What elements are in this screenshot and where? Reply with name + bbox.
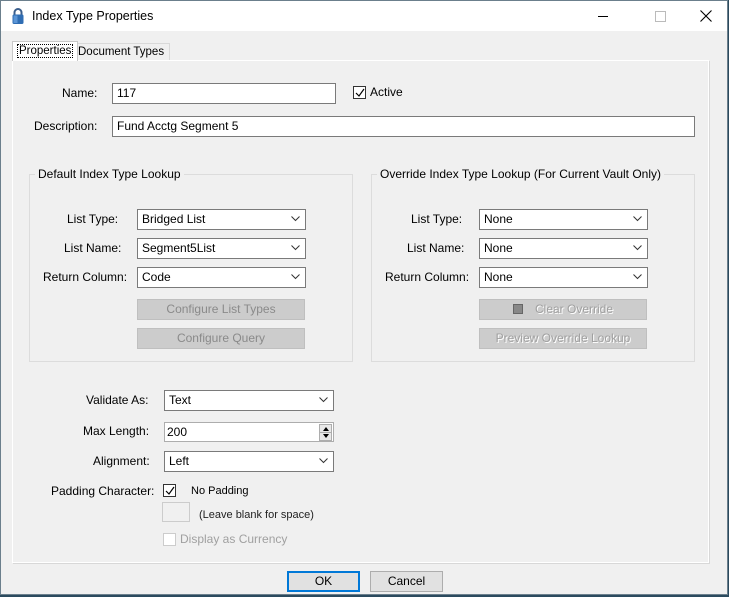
validate-as-select[interactable]: Text [164, 390, 334, 411]
button-label: Clear Override [534, 302, 614, 316]
alignment-label: Alignment: [93, 454, 150, 468]
active-label: Active [370, 85, 403, 99]
description-input[interactable]: Fund Acctg Segment 5 [112, 116, 695, 137]
override-lookup-title: Override Index Type Lookup (For Current … [377, 167, 665, 181]
select-value: None [484, 241, 513, 255]
default-list-name-select[interactable]: Segment5List [137, 238, 306, 259]
clear-override-button[interactable]: Clear Override [479, 299, 647, 320]
padding-character-label: Padding Character: [51, 484, 155, 498]
override-list-type-select[interactable]: None [479, 209, 648, 230]
no-padding-label: No Padding [191, 485, 249, 497]
padding-hint: (Leave blank for space) [199, 509, 314, 521]
chevron-down-icon [319, 458, 328, 464]
checkmark-icon [165, 486, 175, 495]
override-return-column-select[interactable]: None [479, 267, 648, 288]
spin-arrows-icon[interactable] [319, 424, 332, 441]
ok-button[interactable]: OK [287, 571, 360, 592]
select-value: Bridged List [142, 212, 206, 226]
override-lookup-group: Override Index Type Lookup (For Current … [371, 167, 695, 362]
default-lookup-group: Default Index Type Lookup List Type: Bri… [29, 167, 353, 362]
description-label: Description: [34, 119, 98, 133]
no-padding-checkbox[interactable] [163, 484, 176, 497]
list-name-label: List Name: [64, 241, 122, 255]
maximize-button[interactable] [637, 1, 683, 31]
clear-icon [512, 304, 523, 314]
select-value: Text [169, 393, 192, 407]
max-length-spinner[interactable]: 200 [164, 422, 334, 442]
preview-override-lookup-button[interactable]: Preview Override Lookup [479, 328, 647, 349]
display-as-currency-label: Display as Currency [180, 532, 288, 546]
tab-label: Document Types [78, 46, 165, 58]
select-value: Segment5List [142, 241, 216, 255]
chevron-down-icon [633, 245, 642, 251]
select-value: None [484, 212, 513, 226]
spinner-value: 200 [167, 425, 188, 439]
active-checkbox[interactable] [353, 86, 366, 99]
list-type-label: List Type: [411, 212, 463, 226]
select-value: Left [169, 454, 190, 468]
name-label: Name: [62, 86, 98, 100]
default-lookup-title: Default Index Type Lookup [35, 167, 184, 181]
title-bar[interactable]: Index Type Properties [1, 1, 727, 31]
chevron-down-icon [291, 216, 300, 222]
close-icon [700, 10, 712, 22]
minimize-button[interactable] [581, 1, 627, 31]
max-length-label: Max Length: [83, 424, 150, 438]
default-return-column-select[interactable]: Code [137, 267, 306, 288]
default-list-type-select[interactable]: Bridged List [137, 209, 306, 230]
return-column-label: Return Column: [43, 270, 128, 284]
chevron-down-icon [633, 216, 642, 222]
tab-properties[interactable]: Properties [12, 41, 79, 61]
tab-label: Properties [16, 44, 74, 58]
select-value: None [484, 270, 513, 284]
return-column-label: Return Column: [385, 270, 470, 284]
checkmark-icon [355, 88, 365, 97]
configure-list-types-button[interactable]: Configure List Types [137, 299, 305, 320]
padlock-icon [12, 8, 24, 24]
override-list-name-select[interactable]: None [479, 238, 648, 259]
list-name-label: List Name: [407, 241, 465, 255]
chevron-down-icon [291, 274, 300, 280]
select-value: Code [142, 270, 171, 284]
close-button[interactable] [683, 1, 729, 31]
display-as-currency-checkbox[interactable] [163, 533, 176, 546]
dialog-window: Index Type Properties Properties Documen… [0, 0, 728, 595]
chevron-down-icon [633, 274, 642, 280]
name-input[interactable]: 117 [112, 83, 336, 104]
list-type-label: List Type: [67, 212, 119, 226]
chevron-down-icon [319, 397, 328, 403]
tab-document-types[interactable]: Document Types [72, 43, 171, 61]
cancel-button[interactable]: Cancel [370, 571, 443, 592]
validate-as-label: Validate As: [86, 393, 149, 407]
padding-character-input[interactable] [162, 502, 190, 522]
properties-panel: Name: 117 Active Description: Fund Acctg… [12, 60, 709, 563]
configure-query-button[interactable]: Configure Query [137, 328, 305, 349]
alignment-select[interactable]: Left [164, 451, 334, 472]
window-title: Index Type Properties [32, 9, 154, 23]
chevron-down-icon [291, 245, 300, 251]
